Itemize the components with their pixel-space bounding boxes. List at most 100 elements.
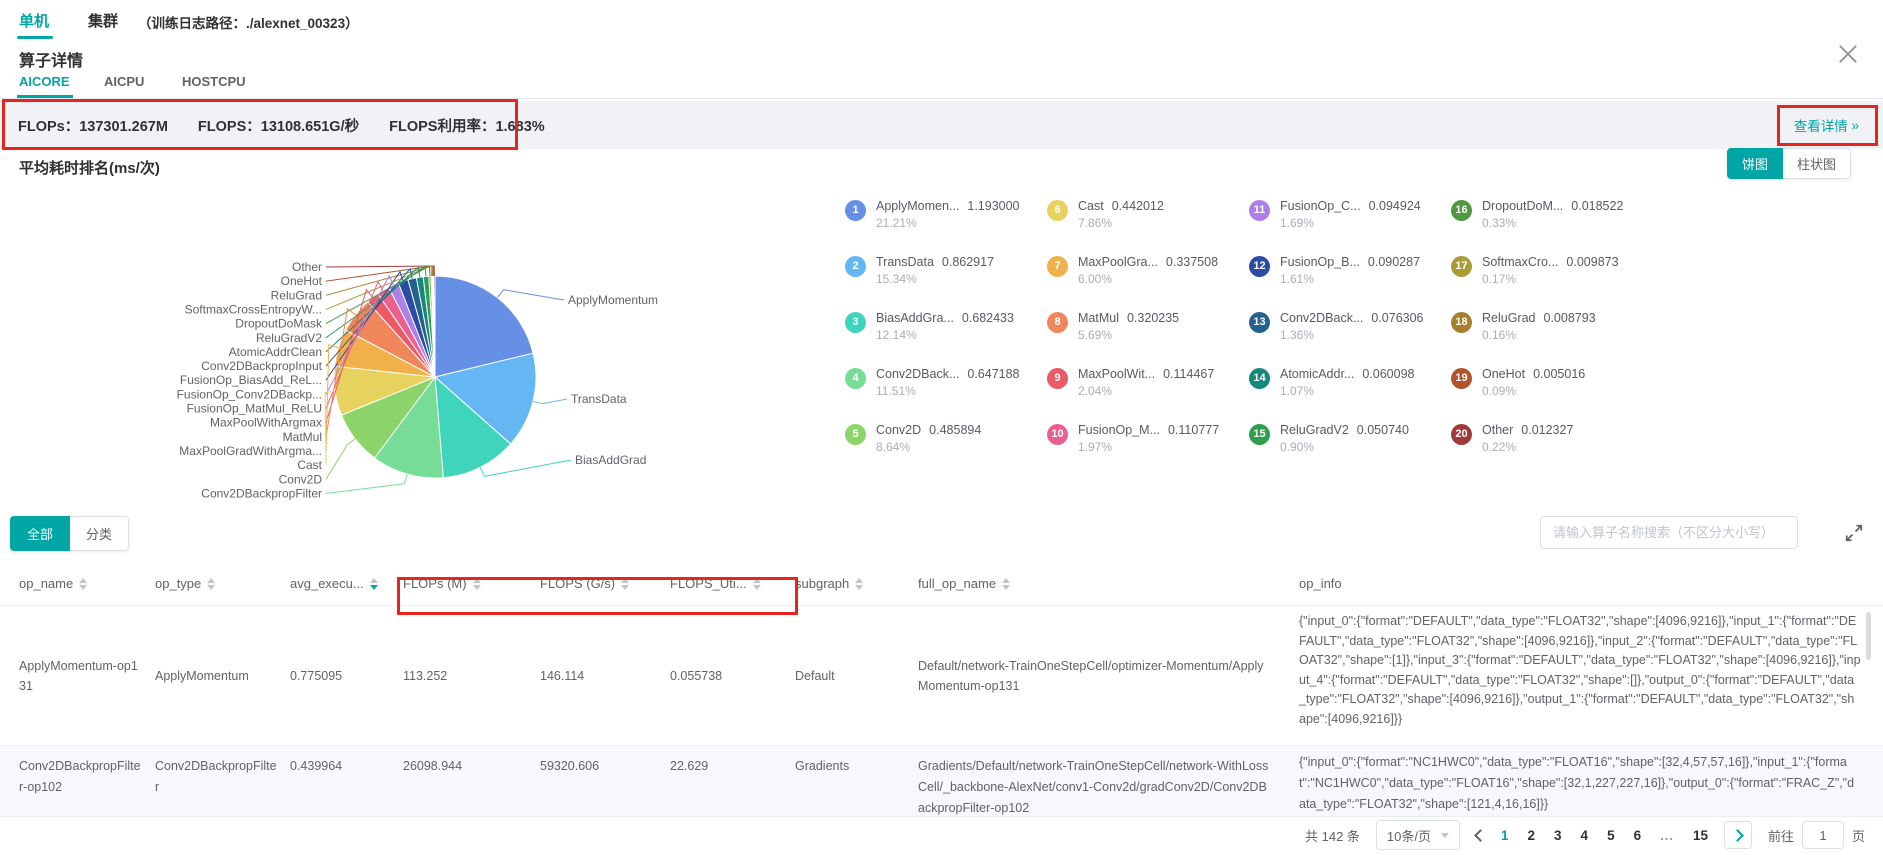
pie-callout-label: TransData [571,392,627,406]
legend-label: Conv2D [876,423,921,437]
table-row: Conv2DBackpropFilter-op102Conv2DBackprop… [0,746,1883,817]
legend-rank-badge: 14 [1249,368,1270,389]
sort-carets-icon[interactable] [79,578,87,590]
pie-callout-label: AtomicAddrClean [229,345,322,359]
goto-page-input[interactable] [1802,821,1844,849]
sort-carets-icon[interactable] [1002,578,1010,590]
legend-percent: 1.69% [1280,215,1421,232]
legend-rank-badge: 6 [1047,200,1068,221]
close-icon[interactable] [1834,40,1862,68]
column-header-op_info: op_info [1285,562,1883,605]
pie-callout-label: MaxPoolWithArgmax [210,416,322,430]
column-header-flops_uti[interactable]: FLOPS_Uti... [670,562,795,605]
tab-aicore[interactable]: AICORE [19,74,70,89]
pie-label-line [497,290,564,300]
table-filter-toggle: 全部 分类 [10,516,129,551]
page-number-1[interactable]: 1 [1501,828,1509,843]
page-number-2[interactable]: 2 [1528,828,1536,843]
legend-percent: 0.90% [1280,439,1409,456]
sort-carets-icon[interactable] [621,578,629,590]
legend-value: 0.018522 [1571,199,1623,213]
page-size-select[interactable]: 10条/页 [1376,820,1460,850]
tab-cluster[interactable]: 集群 [88,10,118,31]
legend-item: 14AtomicAddr...0.0600981.07% [1249,366,1451,422]
page-number-6[interactable]: 6 [1634,828,1642,843]
goto-label: 前往 [1768,826,1794,845]
legend-rank-badge: 9 [1047,368,1068,389]
legend-value: 0.682433 [962,311,1014,325]
column-header-op_name[interactable]: op_name [0,562,155,605]
cell-op_type: ApplyMomentum [155,666,290,686]
page-number-3[interactable]: 3 [1554,828,1562,843]
cell-op_name: ApplyMomentum-op131 [0,656,155,696]
operator-search-input[interactable] [1540,516,1798,549]
cell-op_info: {"input_0":{"format":"DEFAULT","data_typ… [1285,606,1883,745]
column-header-avg[interactable]: avg_execu... [290,562,403,605]
legend-item: 1ApplyMomen...1.19300021.21% [845,198,1047,254]
legend-label: TransData [876,255,934,269]
legend-item: 7MaxPoolGra...0.3375086.00% [1047,254,1249,310]
flops-rate: FLOPS：13108.651G/秒 [198,115,359,136]
legend-label: ReluGradV2 [1280,423,1349,437]
legend-value: 0.114467 [1163,367,1214,381]
legend-value: 0.320235 [1127,311,1179,325]
prev-page-button[interactable] [1476,831,1485,840]
more-pages-button[interactable]: ... [1660,828,1674,843]
cell-flops_gs: 59320.606 [540,746,670,777]
legend-rank-badge: 8 [1047,312,1068,333]
bar-chart-button[interactable]: 柱状图 [1783,148,1851,179]
column-header-flops_m[interactable]: FLOPs (M) [403,562,540,605]
tab-hostcpu[interactable]: HOSTCPU [182,74,246,89]
sort-carets-icon[interactable] [207,578,215,590]
pie-chart-button[interactable]: 饼图 [1727,148,1783,179]
column-header-flops_gs[interactable]: FLOPS (G/s) [540,562,670,605]
tab-standalone[interactable]: 单机 [19,10,49,31]
legend-percent: 0.16% [1482,327,1596,344]
column-label: op_name [19,576,73,591]
page-number-5[interactable]: 5 [1607,828,1615,843]
sort-carets-icon[interactable] [473,578,481,590]
legend-rank-badge: 7 [1047,256,1068,277]
next-page-button[interactable] [1724,821,1752,849]
legend-percent: 0.22% [1482,439,1573,456]
legend-label: ApplyMomen... [876,199,959,213]
cell-flops_gs: 146.114 [540,666,670,686]
page-number-15[interactable]: 15 [1693,828,1708,843]
op-info-scrollbar[interactable] [1866,612,1871,660]
legend-value: 0.337508 [1166,255,1218,269]
legend-rank-badge: 18 [1451,312,1472,333]
cell-subgraph: Default [795,666,918,686]
cell-avg: 0.775095 [290,666,403,686]
sort-carets-icon[interactable] [753,578,761,590]
tab-aicpu[interactable]: AICPU [104,74,144,89]
page-number-4[interactable]: 4 [1581,828,1589,843]
cell-flops_uti: 0.055738 [670,666,795,686]
legend-rank-badge: 10 [1047,424,1068,445]
filter-category-button[interactable]: 分类 [70,516,129,551]
column-header-full_op_name[interactable]: full_op_name [918,562,1285,605]
filter-all-button[interactable]: 全部 [10,516,70,551]
pie-callout-label: FusionOp_Conv2DBackp... [177,387,322,401]
legend-rank-badge: 2 [845,256,866,277]
legend-item: 5Conv2D0.4858948.64% [845,422,1047,478]
column-label: op_type [155,576,201,591]
sort-carets-icon[interactable] [855,578,863,590]
legend-value: 0.076306 [1371,311,1423,325]
column-header-op_type[interactable]: op_type [155,562,290,605]
legend-rank-badge: 11 [1249,200,1270,221]
legend-label: ReluGrad [1482,311,1536,325]
pie-callout-label: Conv2DBackpropInput [201,359,322,373]
fullscreen-icon[interactable] [1844,523,1864,543]
legend-percent: 7.86% [1078,215,1164,232]
sort-carets-icon[interactable] [370,578,378,590]
legend-percent: 8.64% [876,439,981,456]
legend-percent: 6.00% [1078,271,1218,288]
legend-rank-badge: 5 [845,424,866,445]
legend-rank-badge: 19 [1451,368,1472,389]
chevron-left-icon [1474,829,1487,842]
legend-value: 0.060098 [1362,367,1414,381]
legend-value: 0.012327 [1521,423,1573,437]
view-details-link[interactable]: 查看详情 » [1794,101,1859,149]
column-header-subgraph[interactable]: subgraph [795,562,918,605]
column-label: FLOPS (G/s) [540,576,615,591]
